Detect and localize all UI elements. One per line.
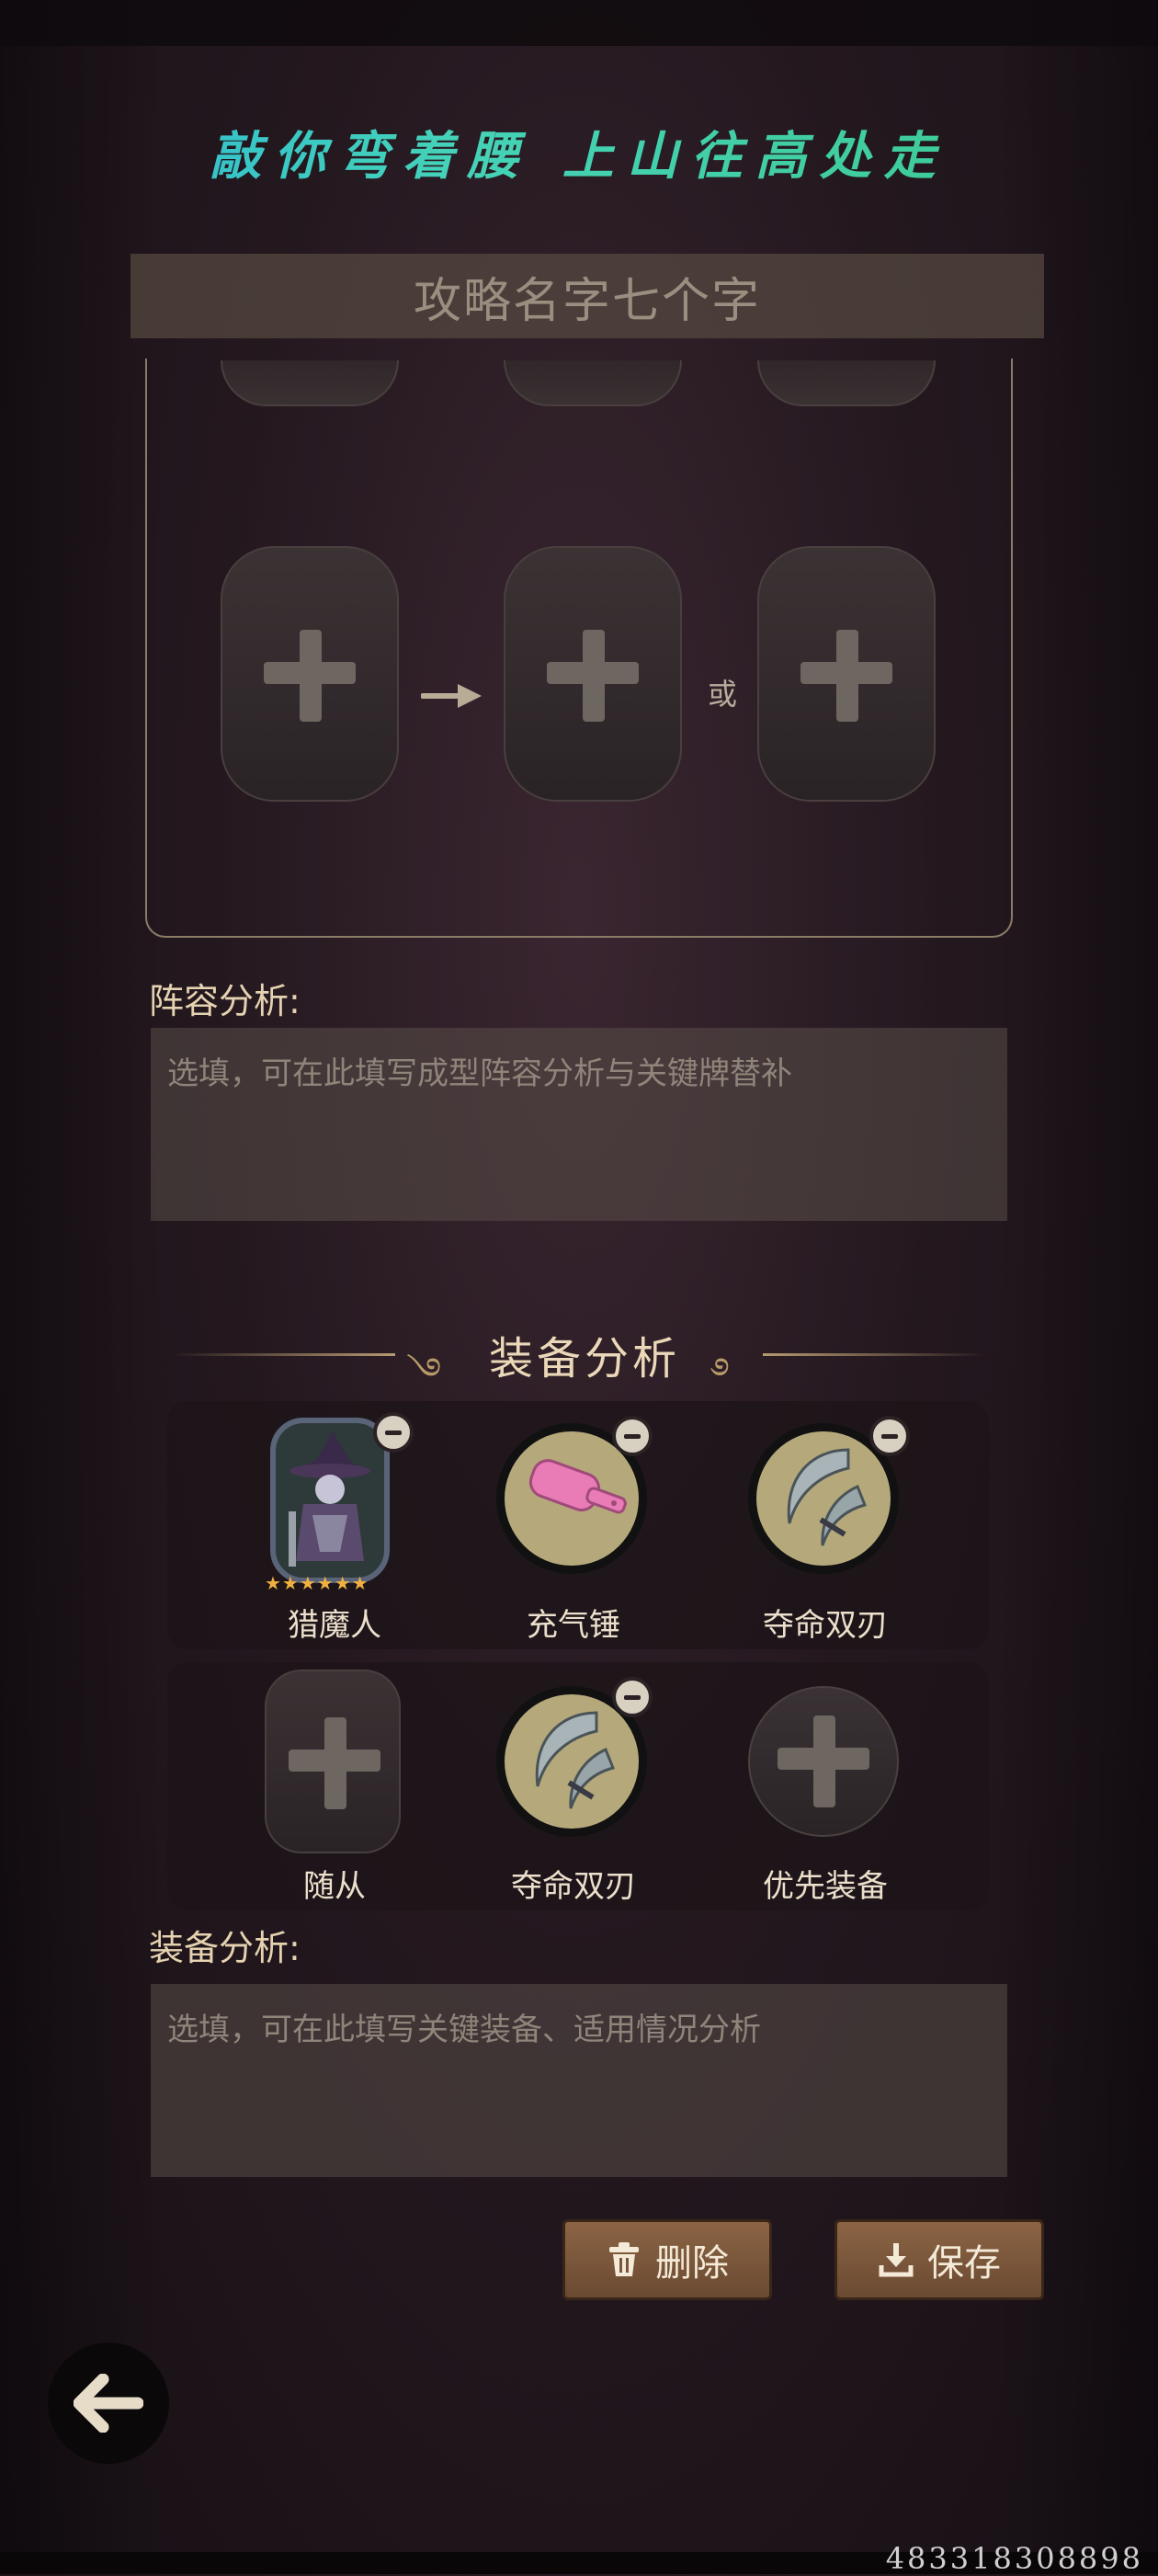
lineup-add-slot-2[interactable] [504, 546, 682, 802]
minus-icon[interactable] [869, 1416, 910, 1456]
follower-add-slot[interactable] [265, 1670, 401, 1853]
divider-right [763, 1353, 987, 1356]
arrow-right-icon [421, 684, 482, 708]
or-label: 或 [708, 677, 738, 712]
plus-icon [773, 1711, 874, 1812]
equipment-analysis-textarea[interactable]: 选填，可在此填写关键装备、适用情况分析 [151, 1984, 1007, 2177]
download-icon [879, 2243, 914, 2277]
plus-icon [284, 1713, 385, 1814]
plus-icon [259, 625, 360, 726]
strategy-name-input[interactable]: 攻略名字七个字 [131, 254, 1044, 338]
lineup-add-slot-3[interactable] [757, 546, 936, 802]
strategy-name-placeholder: 攻略名字七个字 [413, 273, 761, 329]
twin-blades-icon [535, 1711, 616, 1809]
background-shade-left [0, 0, 165, 2574]
minus-icon[interactable] [373, 1412, 414, 1453]
twin-blades-icon [787, 1448, 868, 1546]
lineup-analysis-label: 阵容分析: [149, 981, 301, 1021]
save-button[interactable]: 保存 [834, 2219, 1044, 2300]
delete-button-label: 删除 [655, 2242, 729, 2285]
arrow-left-icon [74, 2374, 143, 2433]
lineup-slot-partial[interactable] [504, 360, 682, 406]
plus-icon [542, 625, 643, 726]
priority-equipment-add-slot[interactable] [748, 1686, 899, 1837]
equipment-section-title: 装备分析 [489, 1333, 681, 1385]
lineup-slot-partial[interactable] [221, 360, 399, 406]
delete-button[interactable]: 删除 [562, 2219, 772, 2300]
demon-hunter-portrait [276, 1423, 384, 1578]
divider-left [171, 1353, 395, 1356]
equipment-analysis-label: 装备分析: [149, 1928, 301, 1968]
slogan-title: 敲你弯着腰 上山往高处走 [0, 115, 1158, 189]
hero-star-rating: ★★★★★★ [265, 1572, 369, 1594]
minus-icon[interactable] [612, 1677, 653, 1717]
trash-icon [609, 2242, 639, 2276]
status-bar-area [0, 0, 1158, 46]
save-button-label: 保存 [927, 2242, 1001, 2285]
lineup-slot-partial[interactable] [757, 360, 936, 406]
equipment-label: 优先装备 [763, 1868, 888, 1905]
lineup-analysis-placeholder: 选填，可在此填写成型阵容分析与关键牌替补 [167, 1055, 792, 1092]
hero-card-demon-hunter[interactable] [270, 1418, 390, 1583]
background-shade-right [993, 0, 1158, 2574]
minus-icon[interactable] [612, 1416, 653, 1456]
equipment-label: 猎魔人 [288, 1607, 381, 1644]
lineup-add-slot-1[interactable] [221, 546, 399, 802]
equipment-label: 充气锤 [527, 1607, 620, 1644]
equipment-label: 夺命双刃 [763, 1607, 888, 1644]
lineup-analysis-textarea[interactable]: 选填，可在此填写成型阵容分析与关键牌替补 [151, 1028, 1007, 1221]
equipment-label: 随从 [303, 1868, 366, 1905]
equipment-analysis-placeholder: 选填，可在此填写关键装备、适用情况分析 [167, 2012, 761, 2048]
equipment-label: 夺命双刃 [511, 1868, 636, 1905]
back-button[interactable] [48, 2342, 169, 2464]
plus-icon [796, 625, 897, 726]
serial-number: 483318308898 [885, 2541, 1143, 2576]
